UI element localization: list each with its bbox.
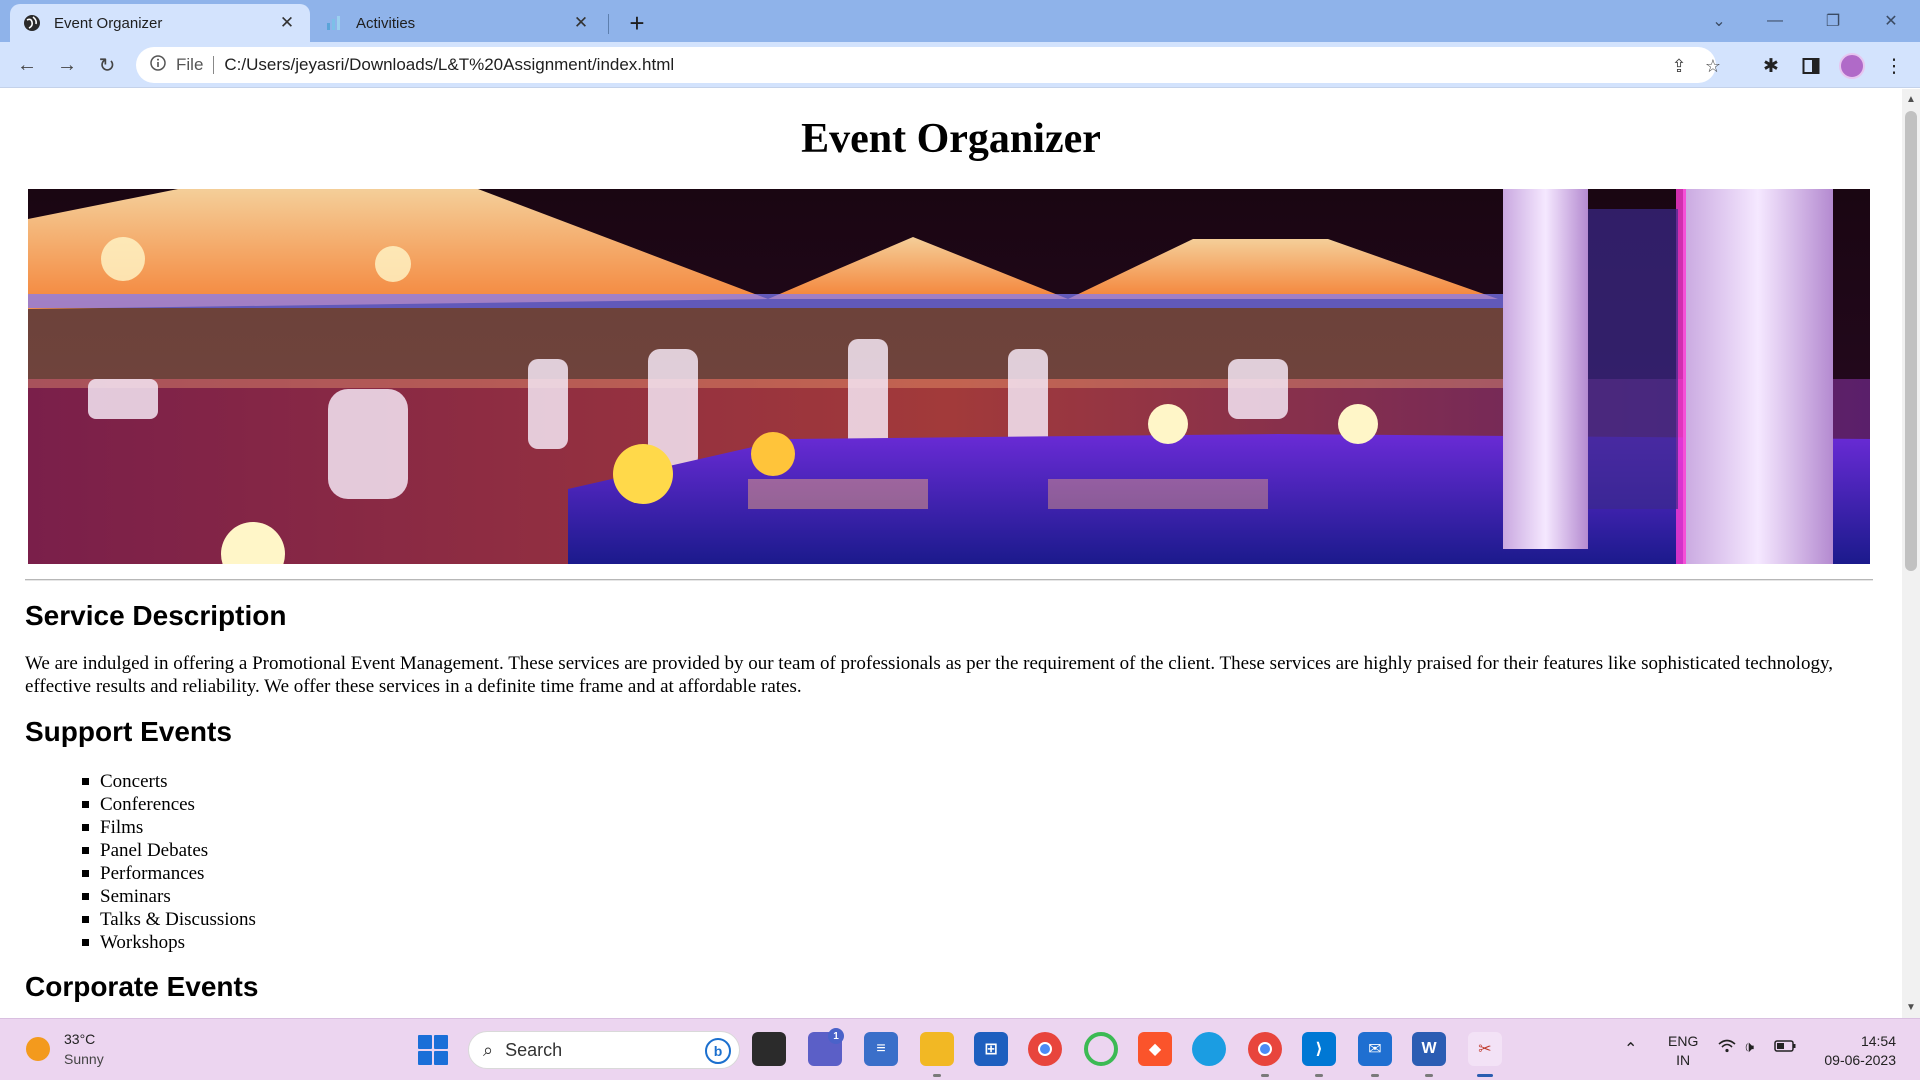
restore-icon[interactable]: ❐ — [1816, 6, 1850, 36]
chat-badge: 1 — [828, 1028, 844, 1044]
list-item: Conferences — [82, 793, 256, 816]
running-indicator — [1371, 1074, 1379, 1077]
activities-favicon-icon — [324, 13, 344, 33]
taskbar: 33°C Sunny ⌕ Search b 1 ≡ ⊞ ◆ ⟩ ✉ W ✂ ⌃ … — [0, 1018, 1920, 1080]
scheme-label: File — [176, 55, 204, 74]
teams-chat-icon[interactable]: 1 — [808, 1028, 844, 1066]
list-item: Concerts — [82, 770, 256, 793]
vscode-icon[interactable]: ⟩ — [1302, 1032, 1336, 1066]
url-text[interactable]: C:/Users/jeyasri/Downloads/L&T%20Assignm… — [224, 55, 674, 75]
close-tab-icon[interactable]: ✕ — [276, 12, 298, 34]
tab-separator — [608, 14, 609, 34]
clock-time: 14:54 — [1860, 1033, 1896, 1049]
tab-strip: Event Organizer ✕ Activities ✕ + ⌄ — ❐ ✕ — [0, 0, 1920, 42]
support-events-heading: Support Events — [25, 716, 232, 747]
lang-line2: IN — [1676, 1052, 1691, 1068]
page-scrollbar[interactable]: ▲ ▼ — [1902, 89, 1920, 1018]
running-indicator — [1261, 1074, 1269, 1077]
search-icon: ⌕ — [483, 1039, 494, 1060]
battery-icon[interactable] — [1774, 1039, 1796, 1057]
language-indicator[interactable]: ENG IN — [1668, 1032, 1698, 1070]
file-explorer-icon[interactable] — [920, 1032, 954, 1066]
share-icon[interactable]: ⇪ — [1666, 53, 1692, 79]
list-item: Talks & Discussions — [82, 909, 256, 930]
browser-toolbar: ← → ↻ File C:/Users/jeyasri/Downloads/L&… — [0, 42, 1920, 88]
minimize-icon[interactable]: — — [1758, 6, 1792, 36]
bing-icon[interactable]: b — [705, 1038, 731, 1064]
side-panel-icon[interactable] — [1797, 52, 1825, 80]
close-window-icon[interactable]: ✕ — [1874, 6, 1908, 36]
list-item: Performances — [82, 862, 256, 885]
lang-line1: ENG — [1668, 1033, 1699, 1049]
tab-title: Event Organizer — [54, 14, 163, 32]
section-divider — [25, 579, 1873, 581]
sun-icon[interactable] — [26, 1037, 50, 1061]
event-banner-image — [28, 189, 1870, 564]
task-view-icon[interactable] — [752, 1032, 786, 1066]
support-events-list: Concerts Conferences Films Panel Debates… — [82, 770, 256, 954]
service-description-heading: Service Description — [25, 600, 287, 631]
close-tab-icon[interactable]: ✕ — [570, 12, 592, 34]
corporate-events-heading: Corporate Events — [25, 971, 259, 1002]
extensions-puzzle-icon[interactable]: ✱ — [1757, 52, 1785, 80]
mail-icon[interactable]: ✉ — [1358, 1032, 1392, 1066]
windows-start-icon[interactable] — [418, 1035, 448, 1065]
brave-icon[interactable]: ◆ — [1138, 1032, 1172, 1066]
scroll-up-icon[interactable]: ▲ — [1902, 91, 1920, 107]
globe-icon — [22, 13, 42, 33]
bookmark-star-icon[interactable]: ☆ — [1700, 53, 1726, 79]
running-indicator — [1315, 1074, 1323, 1077]
list-item: Workshops — [82, 931, 256, 954]
list-item: Seminars — [82, 885, 256, 908]
word-icon[interactable]: W — [1412, 1032, 1446, 1066]
tab-event-organizer[interactable]: Event Organizer ✕ — [10, 4, 310, 42]
scroll-down-icon[interactable]: ▼ — [1902, 999, 1920, 1015]
scheme-divider — [213, 56, 215, 74]
notepad-icon[interactable]: ≡ — [864, 1032, 898, 1066]
system-clock[interactable]: 14:54 09-06-2023 — [1804, 1032, 1896, 1070]
wifi-icon[interactable] — [1718, 1039, 1736, 1058]
active-indicator — [1477, 1074, 1493, 1077]
forward-arrow-icon[interactable]: → — [52, 50, 82, 80]
tab-search-chevron-icon[interactable]: ⌄ — [1702, 6, 1736, 36]
clock-date: 09-06-2023 — [1824, 1052, 1896, 1068]
snipping-tool-icon[interactable]: ✂ — [1468, 1032, 1502, 1066]
scroll-thumb[interactable] — [1905, 111, 1917, 571]
search-label: Search — [505, 1039, 563, 1060]
address-bar[interactable]: File C:/Users/jeyasri/Downloads/L&T%20As… — [136, 47, 1721, 83]
chrome-profile-icon[interactable] — [1248, 1032, 1282, 1066]
taskbar-search[interactable]: ⌕ Search b — [468, 1031, 740, 1069]
chrome-icon[interactable] — [1028, 1032, 1062, 1066]
microsoft-store-icon[interactable]: ⊞ — [974, 1032, 1008, 1066]
tab-activities[interactable]: Activities ✕ — [312, 4, 604, 42]
weather-condition[interactable]: Sunny — [64, 1051, 104, 1067]
list-item: Panel Debates — [82, 839, 256, 862]
volume-icon[interactable]: 🕩 — [1744, 1039, 1754, 1057]
info-icon[interactable] — [150, 54, 166, 76]
tab-title: Activities — [356, 14, 416, 32]
weather-temperature[interactable]: 33°C — [64, 1031, 95, 1047]
page-title: Event Organizer — [801, 116, 1101, 162]
new-tab-plus-icon[interactable]: + — [622, 8, 652, 38]
reload-icon[interactable]: ↻ — [92, 50, 122, 80]
page-viewport: Event Organizer Service Description We a… — [0, 89, 1902, 1018]
list-item: Films — [82, 816, 256, 839]
more-menu-icon[interactable]: ⋮ — [1880, 52, 1908, 80]
running-indicator — [1425, 1074, 1433, 1077]
loading-app-icon[interactable] — [1084, 1032, 1118, 1066]
show-hidden-icons-chevron-icon[interactable]: ⌃ — [1624, 1039, 1637, 1059]
back-arrow-icon[interactable]: ← — [12, 50, 42, 80]
edge-icon[interactable] — [1192, 1032, 1226, 1066]
running-indicator — [933, 1074, 941, 1077]
service-description-text: We are indulged in offering a Promotiona… — [25, 653, 1833, 697]
profile-avatar[interactable] — [1839, 53, 1865, 79]
